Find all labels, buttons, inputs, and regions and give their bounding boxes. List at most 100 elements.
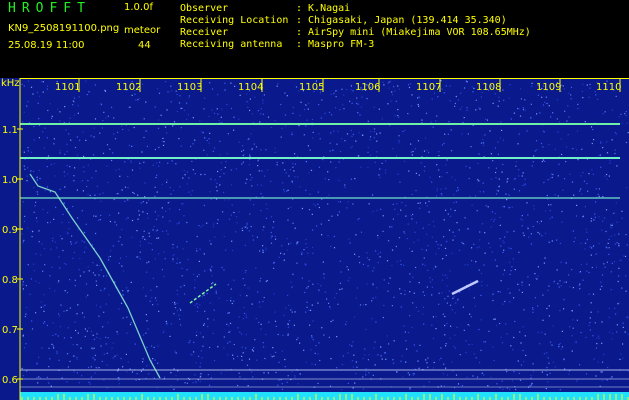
noise-speck — [63, 175, 65, 177]
noise-speck — [43, 294, 45, 296]
noise-speck — [114, 138, 117, 140]
y-tick-label: 1.1 — [2, 125, 18, 136]
noise-speck — [85, 80, 87, 82]
noise-speck — [572, 319, 574, 321]
noise-speck — [433, 361, 435, 364]
noise-speck — [113, 133, 115, 135]
noise-speck — [305, 264, 307, 266]
noise-speck — [414, 148, 416, 150]
noise-speck — [31, 236, 33, 238]
noise-speck — [312, 137, 314, 139]
noise-speck — [83, 241, 85, 243]
noise-speck — [216, 222, 218, 224]
noise-speck — [124, 161, 126, 163]
noise-speck — [203, 324, 205, 326]
noise-speck — [208, 142, 210, 144]
noise-speck — [599, 154, 602, 156]
noise-speck — [260, 210, 262, 212]
noise-speck — [351, 360, 353, 362]
noise-speck — [311, 304, 313, 306]
noise-speck — [331, 215, 333, 217]
noise-speck — [339, 260, 341, 262]
noise-speck — [321, 327, 323, 329]
noise-speck — [312, 339, 314, 341]
noise-speck — [450, 325, 452, 327]
noise-speck — [146, 145, 148, 147]
noise-speck — [72, 344, 74, 346]
noise-speck — [574, 237, 576, 239]
noise-speck — [613, 261, 615, 263]
noise-speck — [453, 202, 455, 204]
noise-speck — [274, 320, 277, 322]
noise-speck — [621, 287, 623, 289]
noise-speck — [206, 139, 208, 142]
noise-speck — [100, 214, 102, 217]
noise-speck — [422, 306, 425, 308]
noise-speck — [480, 294, 482, 296]
noise-speck — [183, 293, 186, 295]
noise-speck — [354, 178, 356, 180]
noise-speck — [51, 343, 53, 345]
noise-speck — [228, 199, 230, 201]
noise-speck — [274, 147, 276, 149]
noise-speck — [454, 179, 457, 181]
noise-speck — [321, 99, 323, 101]
noise-speck — [431, 181, 433, 183]
noise-speck — [130, 322, 132, 324]
noise-speck — [74, 285, 76, 287]
noise-speck — [164, 126, 167, 128]
noise-speck — [53, 347, 55, 349]
noise-speck — [508, 97, 510, 99]
noise-speck — [466, 107, 468, 109]
noise-speck — [152, 358, 154, 360]
noise-speck — [43, 322, 45, 324]
noise-speck — [303, 108, 306, 111]
noise-speck — [521, 175, 523, 177]
noise-speck — [494, 318, 496, 320]
noise-speck — [356, 97, 358, 99]
noise-speck — [57, 281, 59, 284]
noise-speck — [246, 178, 248, 180]
noise-speck — [208, 138, 210, 140]
noise-speck — [533, 208, 535, 210]
noise-speck — [58, 280, 60, 282]
noise-speck — [500, 245, 502, 247]
y-unit-label: kHz — [1, 78, 20, 89]
noise-speck — [576, 130, 579, 132]
noise-speck — [107, 337, 109, 339]
noise-speck — [367, 147, 369, 149]
noise-speck — [56, 247, 58, 249]
noise-speck — [534, 150, 536, 152]
noise-speck — [263, 226, 265, 228]
noise-speck — [73, 175, 75, 177]
noise-speck — [496, 189, 498, 191]
noise-speck — [198, 225, 200, 227]
noise-speck — [73, 371, 75, 373]
noise-speck — [329, 150, 331, 152]
noise-speck — [413, 242, 415, 244]
noise-speck — [200, 173, 202, 176]
noise-speck — [372, 284, 374, 286]
noise-speck — [405, 205, 407, 207]
noise-speck — [42, 270, 44, 272]
noise-speck — [23, 347, 26, 349]
noise-speck — [513, 371, 515, 373]
noise-speck — [42, 91, 44, 93]
noise-speck — [306, 246, 308, 249]
noise-speck — [575, 342, 577, 344]
noise-speck — [66, 207, 68, 210]
noise-speck — [138, 214, 140, 216]
noise-speck — [64, 153, 66, 155]
noise-speck — [625, 141, 628, 144]
noise-speck — [183, 109, 186, 111]
noise-speck — [107, 256, 110, 258]
noise-speck — [158, 119, 160, 121]
noise-speck — [584, 248, 586, 250]
noise-speck — [259, 306, 261, 308]
noise-speck — [608, 247, 610, 249]
noise-speck — [588, 324, 590, 327]
noise-speck — [364, 348, 366, 350]
noise-speck — [556, 239, 558, 241]
noise-speck — [292, 163, 294, 165]
noise-speck — [417, 103, 419, 106]
